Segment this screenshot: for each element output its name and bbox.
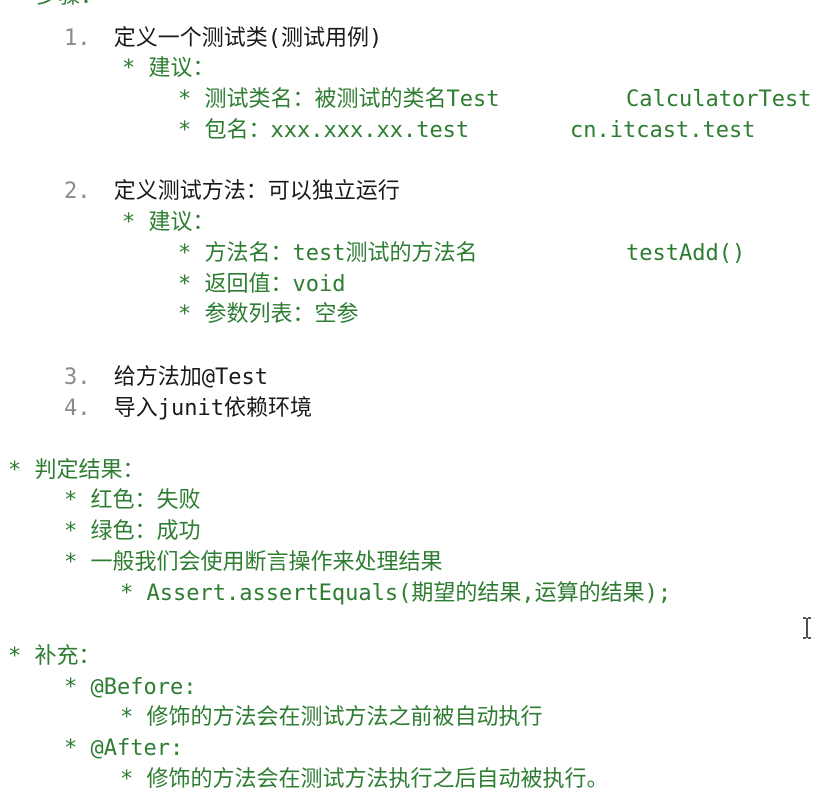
bullet: * — [178, 241, 192, 266]
sub-text: 返回值：void — [204, 272, 346, 297]
step-1: 1. 定义一个测试类(测试用例) — [64, 24, 382, 54]
item-text: @Before: — [90, 675, 197, 700]
result-item-2: * 绿色：成功 — [64, 517, 201, 547]
item-text: @After: — [90, 736, 184, 761]
sub-text: 方法名：test测试的方法名 — [204, 241, 478, 266]
result-sub: * Assert.assertEquals(期望的结果,运算的结果); — [120, 579, 671, 609]
supplement-before-sub: * 修饰的方法会在测试方法之前被自动执行 — [120, 703, 543, 733]
step-1-sub-1-example: CalculatorTest — [626, 87, 812, 112]
supplement-heading: * 补充： — [8, 644, 101, 669]
sub-text: 包名：xxx.xxx.xx.test — [204, 118, 470, 143]
bullet: * — [64, 519, 78, 544]
sub-text: 参数列表：空参 — [204, 302, 359, 327]
step-1-sub-2-example: cn.itcast.test — [570, 118, 756, 143]
step-number: 3. — [64, 365, 91, 390]
supplement-after: * @After: — [64, 734, 183, 764]
step-2-sub-2: * 返回值：void — [178, 270, 345, 300]
supplement-before: * @Before: — [64, 673, 196, 703]
step-text: 导入junit依赖环境 — [113, 396, 312, 421]
bullet: * — [120, 767, 134, 792]
item-text: 一般我们会使用断言操作来处理结果 — [90, 550, 443, 575]
step-1-sub-2: * 包名：xxx.xxx.xx.test — [178, 116, 469, 146]
step-3: 3. 给方法加@Test — [64, 363, 268, 393]
steps-heading: * 步骤： — [10, 0, 103, 12]
bullet: * — [178, 272, 192, 297]
step-number: 1. — [64, 26, 91, 51]
result-item-3: * 一般我们会使用断言操作来处理结果 — [64, 548, 443, 578]
sub-text: 测试类名：被测试的类名Test — [204, 87, 500, 112]
item-text: 红色：失败 — [90, 488, 201, 513]
step-2-sub-1: * 方法名：test测试的方法名 — [178, 239, 477, 269]
sub-text: 修饰的方法会在测试方法之前被自动执行 — [146, 705, 543, 730]
bullet: * — [178, 302, 192, 327]
bullet: * — [120, 705, 134, 730]
bullet: * — [64, 675, 78, 700]
bullet: * — [64, 736, 78, 761]
bullet: * — [178, 118, 192, 143]
step-2-advice: * 建议： — [122, 210, 215, 235]
step-text: 定义一个测试类(测试用例) — [113, 26, 383, 51]
document: * 步骤： 1. 定义一个测试类(测试用例) * 建议： * 测试类名：被测试的… — [0, 0, 828, 800]
bullet: * — [64, 488, 78, 513]
item-text: 绿色：成功 — [90, 519, 201, 544]
step-2-sub-3: * 参数列表：空参 — [178, 300, 359, 330]
bullet: * — [64, 550, 78, 575]
step-number: 4. — [64, 396, 91, 421]
step-4: 4. 导入junit依赖环境 — [64, 394, 312, 424]
step-text: 定义测试方法：可以独立运行 — [113, 179, 400, 204]
supplement-after-sub: * 修饰的方法会在测试方法执行之后自动被执行。 — [120, 765, 609, 795]
sub-text: Assert.assertEquals(期望的结果,运算的结果); — [146, 581, 672, 606]
step-1-sub-1: * 测试类名：被测试的类名Test — [178, 85, 499, 115]
bullet: * — [120, 581, 134, 606]
step-2: 2. 定义测试方法：可以独立运行 — [64, 177, 400, 207]
step-number: 2. — [64, 179, 91, 204]
step-1-advice: * 建议： — [122, 56, 215, 81]
step-2-sub-1-example: testAdd() — [626, 241, 746, 266]
bullet: * — [178, 87, 192, 112]
result-heading: * 判定结果： — [8, 458, 145, 483]
text-cursor-icon — [800, 616, 814, 640]
sub-text: 修饰的方法会在测试方法执行之后自动被执行。 — [146, 767, 609, 792]
result-item-1: * 红色：失败 — [64, 486, 201, 516]
step-text: 给方法加@Test — [113, 365, 268, 390]
